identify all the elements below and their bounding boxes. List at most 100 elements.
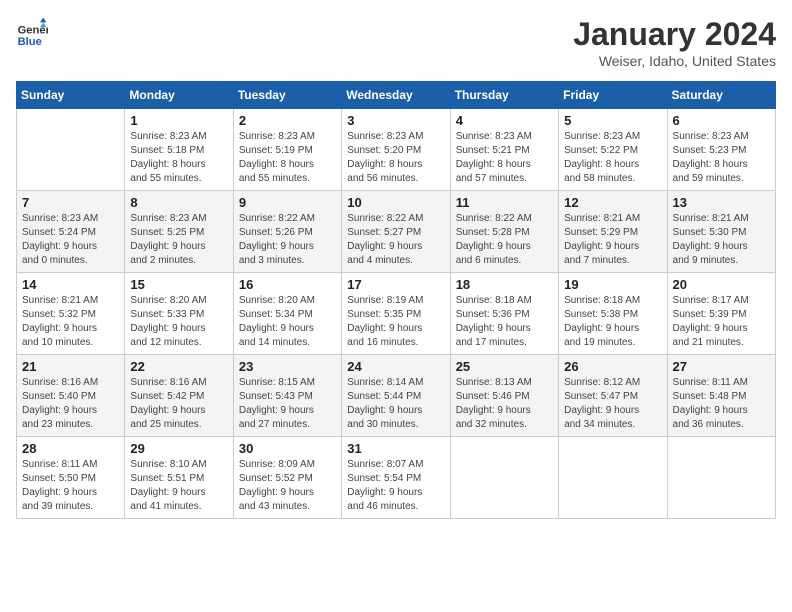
day-number: 11 xyxy=(456,195,553,210)
calendar-cell: 4 Sunrise: 8:23 AM Sunset: 5:21 PM Daylig… xyxy=(450,109,558,191)
day-number: 22 xyxy=(130,359,227,374)
calendar-cell: 7 Sunrise: 8:23 AM Sunset: 5:24 PM Daylig… xyxy=(17,191,125,273)
day-number: 30 xyxy=(239,441,336,456)
day-info: Sunrise: 8:21 AM Sunset: 5:29 PM Dayligh… xyxy=(564,212,661,268)
day-number: 8 xyxy=(130,195,227,210)
header-thursday: Thursday xyxy=(450,82,558,109)
header-sunday: Sunday xyxy=(17,82,125,109)
day-info: Sunrise: 8:15 AM Sunset: 5:43 PM Dayligh… xyxy=(239,376,336,432)
day-number: 19 xyxy=(564,277,661,292)
day-info: Sunrise: 8:21 AM Sunset: 5:32 PM Dayligh… xyxy=(22,294,119,350)
day-info: Sunrise: 8:21 AM Sunset: 5:30 PM Dayligh… xyxy=(673,212,770,268)
calendar-cell: 26Sunrise: 8:12 AM Sunset: 5:47 PM Dayli… xyxy=(559,355,667,437)
day-number: 21 xyxy=(22,359,119,374)
week-row-5: 28Sunrise: 8:11 AM Sunset: 5:50 PM Dayli… xyxy=(17,437,776,519)
calendar-cell xyxy=(17,109,125,191)
calendar-cell: 12Sunrise: 8:21 AM Sunset: 5:29 PM Dayli… xyxy=(559,191,667,273)
calendar-subtitle: Weiser, Idaho, United States xyxy=(573,53,776,69)
day-info: Sunrise: 8:13 AM Sunset: 5:46 PM Dayligh… xyxy=(456,376,553,432)
week-row-2: 7 Sunrise: 8:23 AM Sunset: 5:24 PM Daylig… xyxy=(17,191,776,273)
day-info: Sunrise: 8:22 AM Sunset: 5:27 PM Dayligh… xyxy=(347,212,444,268)
calendar-cell: 17 Sunrise: 8:19 AM Sunset: 5:35 PM Dayli… xyxy=(342,273,450,355)
calendar-cell: 9 Sunrise: 8:22 AM Sunset: 5:26 PM Daylig… xyxy=(233,191,341,273)
day-number: 7 xyxy=(22,195,119,210)
day-number: 26 xyxy=(564,359,661,374)
calendar-cell: 15 Sunrise: 8:20 AM Sunset: 5:33 PM Dayli… xyxy=(125,273,233,355)
title-section: January 2024 Weiser, Idaho, United State… xyxy=(573,16,776,69)
calendar-table: Sunday Monday Tuesday Wednesday Thursday… xyxy=(16,81,776,519)
calendar-cell: 16 Sunrise: 8:20 AM Sunset: 5:34 PM Dayli… xyxy=(233,273,341,355)
calendar-cell: 30 Sunrise: 8:09 AM Sunset: 5:52 PM Dayli… xyxy=(233,437,341,519)
day-number: 23 xyxy=(239,359,336,374)
calendar-cell: 5 Sunrise: 8:23 AM Sunset: 5:22 PM Daylig… xyxy=(559,109,667,191)
day-number: 10 xyxy=(347,195,444,210)
calendar-cell: 31Sunrise: 8:07 AM Sunset: 5:54 PM Dayli… xyxy=(342,437,450,519)
day-info: Sunrise: 8:18 AM Sunset: 5:38 PM Dayligh… xyxy=(564,294,661,350)
day-number: 27 xyxy=(673,359,770,374)
calendar-cell: 14 Sunrise: 8:21 AM Sunset: 5:32 PM Dayli… xyxy=(17,273,125,355)
day-number: 17 xyxy=(347,277,444,292)
header-monday: Monday xyxy=(125,82,233,109)
week-row-1: 1Sunrise: 8:23 AM Sunset: 5:18 PM Daylig… xyxy=(17,109,776,191)
calendar-header-row: Sunday Monday Tuesday Wednesday Thursday… xyxy=(17,82,776,109)
day-info: Sunrise: 8:11 AM Sunset: 5:50 PM Dayligh… xyxy=(22,458,119,514)
calendar-cell: 3 Sunrise: 8:23 AM Sunset: 5:20 PM Daylig… xyxy=(342,109,450,191)
week-row-4: 21 Sunrise: 8:16 AM Sunset: 5:40 PM Dayli… xyxy=(17,355,776,437)
calendar-cell: 8 Sunrise: 8:23 AM Sunset: 5:25 PM Daylig… xyxy=(125,191,233,273)
header-friday: Friday xyxy=(559,82,667,109)
calendar-cell xyxy=(559,437,667,519)
day-info: Sunrise: 8:22 AM Sunset: 5:28 PM Dayligh… xyxy=(456,212,553,268)
day-info: Sunrise: 8:16 AM Sunset: 5:40 PM Dayligh… xyxy=(22,376,119,432)
day-info: Sunrise: 8:23 AM Sunset: 5:25 PM Dayligh… xyxy=(130,212,227,268)
day-info: Sunrise: 8:23 AM Sunset: 5:18 PM Dayligh… xyxy=(130,130,227,186)
day-number: 18 xyxy=(456,277,553,292)
day-number: 24 xyxy=(347,359,444,374)
day-number: 15 xyxy=(130,277,227,292)
calendar-cell: 1Sunrise: 8:23 AM Sunset: 5:18 PM Daylig… xyxy=(125,109,233,191)
day-info: Sunrise: 8:23 AM Sunset: 5:20 PM Dayligh… xyxy=(347,130,444,186)
day-info: Sunrise: 8:19 AM Sunset: 5:35 PM Dayligh… xyxy=(347,294,444,350)
calendar-cell: 25Sunrise: 8:13 AM Sunset: 5:46 PM Dayli… xyxy=(450,355,558,437)
day-number: 4 xyxy=(456,113,553,128)
calendar-title: January 2024 xyxy=(573,16,776,53)
day-number: 2 xyxy=(239,113,336,128)
day-number: 6 xyxy=(673,113,770,128)
calendar-cell: 23 Sunrise: 8:15 AM Sunset: 5:43 PM Dayli… xyxy=(233,355,341,437)
calendar-cell: 29 Sunrise: 8:10 AM Sunset: 5:51 PM Dayli… xyxy=(125,437,233,519)
day-info: Sunrise: 8:10 AM Sunset: 5:51 PM Dayligh… xyxy=(130,458,227,514)
calendar-cell: 19 Sunrise: 8:18 AM Sunset: 5:38 PM Dayli… xyxy=(559,273,667,355)
day-info: Sunrise: 8:09 AM Sunset: 5:52 PM Dayligh… xyxy=(239,458,336,514)
calendar-cell xyxy=(450,437,558,519)
calendar-cell: 13 Sunrise: 8:21 AM Sunset: 5:30 PM Dayli… xyxy=(667,191,775,273)
header-saturday: Saturday xyxy=(667,82,775,109)
calendar-cell: 6Sunrise: 8:23 AM Sunset: 5:23 PM Daylig… xyxy=(667,109,775,191)
day-info: Sunrise: 8:23 AM Sunset: 5:22 PM Dayligh… xyxy=(564,130,661,186)
day-info: Sunrise: 8:20 AM Sunset: 5:33 PM Dayligh… xyxy=(130,294,227,350)
calendar-cell: 2 Sunrise: 8:23 AM Sunset: 5:19 PM Daylig… xyxy=(233,109,341,191)
day-info: Sunrise: 8:23 AM Sunset: 5:24 PM Dayligh… xyxy=(22,212,119,268)
calendar-cell: 27 Sunrise: 8:11 AM Sunset: 5:48 PM Dayli… xyxy=(667,355,775,437)
day-info: Sunrise: 8:20 AM Sunset: 5:34 PM Dayligh… xyxy=(239,294,336,350)
day-info: Sunrise: 8:23 AM Sunset: 5:19 PM Dayligh… xyxy=(239,130,336,186)
day-info: Sunrise: 8:18 AM Sunset: 5:36 PM Dayligh… xyxy=(456,294,553,350)
day-number: 5 xyxy=(564,113,661,128)
calendar-cell: 21 Sunrise: 8:16 AM Sunset: 5:40 PM Dayli… xyxy=(17,355,125,437)
page-header: General Blue January 2024 Weiser, Idaho,… xyxy=(16,16,776,69)
calendar-cell: 20Sunrise: 8:17 AM Sunset: 5:39 PM Dayli… xyxy=(667,273,775,355)
day-info: Sunrise: 8:23 AM Sunset: 5:21 PM Dayligh… xyxy=(456,130,553,186)
svg-text:Blue: Blue xyxy=(18,36,42,48)
day-number: 16 xyxy=(239,277,336,292)
day-number: 3 xyxy=(347,113,444,128)
day-number: 29 xyxy=(130,441,227,456)
day-number: 14 xyxy=(22,277,119,292)
day-number: 9 xyxy=(239,195,336,210)
day-info: Sunrise: 8:22 AM Sunset: 5:26 PM Dayligh… xyxy=(239,212,336,268)
day-info: Sunrise: 8:07 AM Sunset: 5:54 PM Dayligh… xyxy=(347,458,444,514)
header-wednesday: Wednesday xyxy=(342,82,450,109)
calendar-cell: 18 Sunrise: 8:18 AM Sunset: 5:36 PM Dayli… xyxy=(450,273,558,355)
day-info: Sunrise: 8:14 AM Sunset: 5:44 PM Dayligh… xyxy=(347,376,444,432)
header-tuesday: Tuesday xyxy=(233,82,341,109)
day-info: Sunrise: 8:11 AM Sunset: 5:48 PM Dayligh… xyxy=(673,376,770,432)
calendar-cell: 22Sunrise: 8:16 AM Sunset: 5:42 PM Dayli… xyxy=(125,355,233,437)
day-number: 13 xyxy=(673,195,770,210)
